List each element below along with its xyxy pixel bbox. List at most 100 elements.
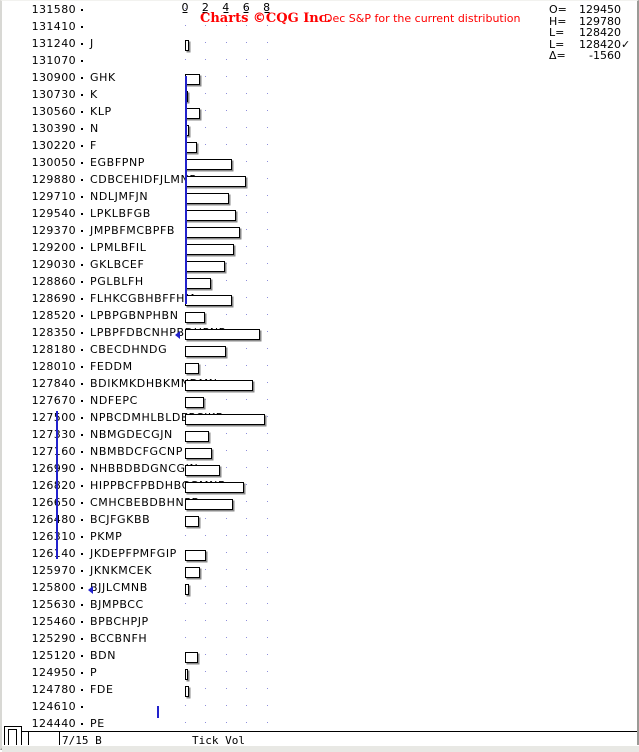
row-tick-dot xyxy=(81,230,83,232)
row-tick-dot xyxy=(81,145,83,147)
profile-row[interactable]: 127670 NDFEPC xyxy=(4,394,637,411)
profile-row[interactable]: 125800 BJJLCMNB xyxy=(4,581,637,598)
row-tick-dot xyxy=(81,43,83,45)
profile-row[interactable]: 131580 xyxy=(4,3,637,20)
row-tick-dot xyxy=(81,417,83,419)
profile-row[interactable]: 126310 PKMP xyxy=(4,530,637,547)
profile-row[interactable]: 126140 JKDEPFPMFGIP xyxy=(4,547,637,564)
volume-bar xyxy=(185,346,226,357)
tpo-letters: GHK xyxy=(90,71,116,84)
profile-row[interactable]: 130560 KLP xyxy=(4,105,637,122)
price-label: 126140 xyxy=(31,547,76,560)
tpo-letters: BCJFGKBB xyxy=(90,513,151,526)
scrollbar-thumb[interactable] xyxy=(8,729,17,746)
price-label: 127330 xyxy=(31,428,76,441)
profile-row[interactable]: 129200 LPMLBFIL xyxy=(4,241,637,258)
price-label: 131240 xyxy=(31,37,76,50)
profile-row[interactable]: 125290 BCCBNFH xyxy=(4,632,637,649)
profile-row[interactable]: 128860 PGLBLFH xyxy=(4,275,637,292)
profile-row[interactable]: 124950 P xyxy=(4,666,637,683)
profile-row[interactable]: 130390 N xyxy=(4,122,637,139)
price-label: 130390 xyxy=(31,122,76,135)
row-tick-dot xyxy=(81,621,83,623)
volume-bar xyxy=(185,244,234,255)
price-label: 130050 xyxy=(31,156,76,169)
row-tick-dot xyxy=(81,179,83,181)
window-bottom-bevel xyxy=(2,745,639,752)
price-label: 125970 xyxy=(31,564,76,577)
profile-row[interactable]: 130730 K xyxy=(4,88,637,105)
volume-bar xyxy=(185,669,188,680)
price-label: 126650 xyxy=(31,496,76,509)
profile-row[interactable]: 127160 NBMBDCFGCNP xyxy=(4,445,637,462)
profile-row[interactable]: 129370 JMPBFMCBPFB xyxy=(4,224,637,241)
profile-row[interactable]: 128010 FEDDM xyxy=(4,360,637,377)
profile-row[interactable]: 125630 BJMPBCC xyxy=(4,598,637,615)
profile-row[interactable]: 125460 BPBCHPJP xyxy=(4,615,637,632)
volume-bar xyxy=(185,397,204,408)
price-label: 124780 xyxy=(31,683,76,696)
volume-bar xyxy=(185,652,198,663)
row-tick-dot xyxy=(81,247,83,249)
value-area-line-upper xyxy=(185,76,187,304)
profile-row[interactable]: 130050 EGBFPNP xyxy=(4,156,637,173)
row-tick-dot xyxy=(81,672,83,674)
profile-row[interactable]: 129540 LPKLBFGB xyxy=(4,207,637,224)
volume-bar xyxy=(185,499,233,510)
profile-row[interactable]: 129710 NDLJMFJN xyxy=(4,190,637,207)
profile-row[interactable]: 127330 NBMGDECGJN xyxy=(4,428,637,445)
price-label: 127670 xyxy=(31,394,76,407)
cqg-chart-window: 02468 Charts ©CQG Inc. Dec S&P for the c… xyxy=(0,0,639,752)
volume-bar xyxy=(185,448,212,459)
profile-row[interactable]: 128690 FLHKCGBHBFFHM xyxy=(4,292,637,309)
row-tick-dot xyxy=(81,366,83,368)
volume-bar xyxy=(185,108,200,119)
profile-row[interactable]: 131410 xyxy=(4,20,637,37)
profile-row[interactable]: 128180 CBECDHNDG xyxy=(4,343,637,360)
row-tick-dot xyxy=(81,587,83,589)
price-label: 125120 xyxy=(31,649,76,662)
volume-bar xyxy=(185,363,199,374)
volume-bar xyxy=(185,567,200,578)
tpo-letters: PGLBLFH xyxy=(90,275,144,288)
profile-row[interactable]: 125120 BDN xyxy=(4,649,637,666)
volume-bar xyxy=(185,159,232,170)
tpo-letters: N xyxy=(90,122,99,135)
tpo-letters: JMPBFMCBPFB xyxy=(90,224,176,237)
profile-row[interactable]: 129030 GKLBCEF xyxy=(4,258,637,275)
price-label: 125460 xyxy=(31,615,76,628)
price-label: 128180 xyxy=(31,343,76,356)
profile-row[interactable]: 129880 CDBCEHIDFJLMNP xyxy=(4,173,637,190)
profile-row[interactable]: 130900 GHK xyxy=(4,71,637,88)
profile-row[interactable]: 127840 BDIKMKDHBKMNDMN xyxy=(4,377,637,394)
tpo-letters: F xyxy=(90,139,97,152)
profile-row[interactable]: 125970 JKNKMCEK xyxy=(4,564,637,581)
row-tick-dot xyxy=(81,315,83,317)
price-label: 130730 xyxy=(31,88,76,101)
profile-row[interactable]: 124780 FDE xyxy=(4,683,637,700)
profile-row[interactable]: 126480 BCJFGKBB xyxy=(4,513,637,530)
profile-row[interactable]: 130220 F xyxy=(4,139,637,156)
profile-row[interactable]: 126990 NHBBDBDGNCGIN xyxy=(4,462,637,479)
profile-row[interactable]: 126820 HIPPBCFPBDHBCGMNB xyxy=(4,479,637,496)
row-tick-dot xyxy=(81,383,83,385)
profile-row[interactable]: 131070 xyxy=(4,54,637,71)
volume-bar xyxy=(185,465,220,476)
price-label: 125630 xyxy=(31,598,76,611)
profile-row[interactable]: 127500 NPBCDMHLBLDEPCIKF xyxy=(4,411,637,428)
volume-bar xyxy=(185,227,240,238)
row-tick-dot xyxy=(81,451,83,453)
volume-bar xyxy=(185,176,246,187)
row-tick-dot xyxy=(81,400,83,402)
chart-pane[interactable]: 02468 Charts ©CQG Inc. Dec S&P for the c… xyxy=(4,2,637,731)
profile-row[interactable]: 131240 J xyxy=(4,37,637,54)
row-tick-dot xyxy=(81,26,83,28)
profile-row[interactable]: 128350 LPBPFDBCNHPBDHPNP xyxy=(4,326,637,343)
profile-row[interactable]: 124440 PE xyxy=(4,717,637,731)
profile-row[interactable]: 126650 CMHCBEBDBHNPB xyxy=(4,496,637,513)
row-tick-dot xyxy=(81,9,83,11)
volume-bar xyxy=(185,278,211,289)
row-tick-dot xyxy=(81,553,83,555)
profile-row[interactable]: 124610 xyxy=(4,700,637,717)
profile-row[interactable]: 128520 LPBPGBNPHBN xyxy=(4,309,637,326)
